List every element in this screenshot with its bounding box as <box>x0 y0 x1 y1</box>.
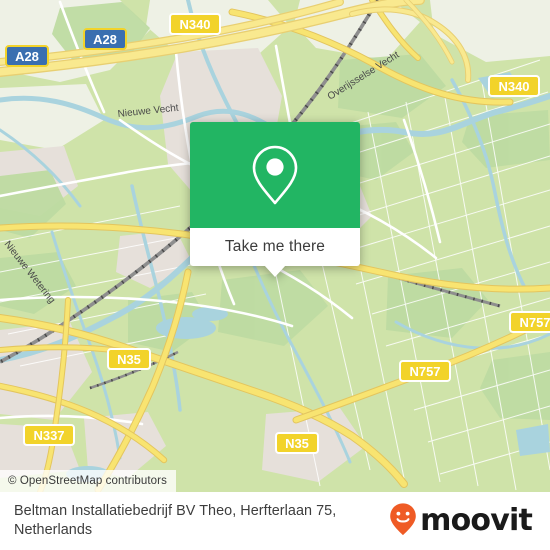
svg-text:N35: N35 <box>285 436 309 451</box>
road-shield-n337: N337 <box>23 424 75 446</box>
map-viewport[interactable]: Nieuwe Vecht Overijsselse Vecht Nieuwe W… <box>0 0 550 492</box>
callout-pin-panel <box>190 122 360 228</box>
moovit-logo[interactable]: moovit <box>388 502 536 541</box>
svg-text:N337: N337 <box>33 428 64 443</box>
road-shield-n35: N35 <box>275 432 319 454</box>
moovit-wordmark: moovit <box>420 503 533 538</box>
road-shield-n757: N757 <box>399 360 451 382</box>
svg-text:N757: N757 <box>519 315 550 330</box>
take-me-there-label: Take me there <box>224 238 326 255</box>
map-pin-icon <box>250 144 300 206</box>
svg-text:A28: A28 <box>93 32 117 47</box>
road-shield-n340: N340 <box>488 75 540 97</box>
svg-text:N35: N35 <box>117 352 141 367</box>
map-attribution[interactable]: © OpenStreetMap contributors <box>0 470 176 492</box>
road-shield-a28: A28 <box>83 28 127 50</box>
svg-text:N340: N340 <box>179 17 210 32</box>
moovit-map-page: Nieuwe Vecht Overijsselse Vecht Nieuwe W… <box>0 0 550 550</box>
callout-action-panel[interactable]: Take me there <box>190 228 360 277</box>
callout-tail <box>264 265 286 277</box>
svg-text:A28: A28 <box>15 49 39 64</box>
location-callout-card[interactable]: Take me there <box>190 122 360 277</box>
road-shield-n757: N757 <box>509 311 550 333</box>
svg-text:N340: N340 <box>498 79 529 94</box>
road-shield-n340: N340 <box>169 13 221 35</box>
moovit-pin-icon <box>388 502 418 541</box>
place-name: Beltman Installatiebedrijf BV Theo, Herf… <box>14 503 337 538</box>
road-shield-a28: A28 <box>5 45 49 67</box>
svg-text:N757: N757 <box>409 364 440 379</box>
road-shield-n35: N35 <box>107 348 151 370</box>
footer-bar: Beltman Installatiebedrijf BV Theo, Herf… <box>0 492 550 550</box>
